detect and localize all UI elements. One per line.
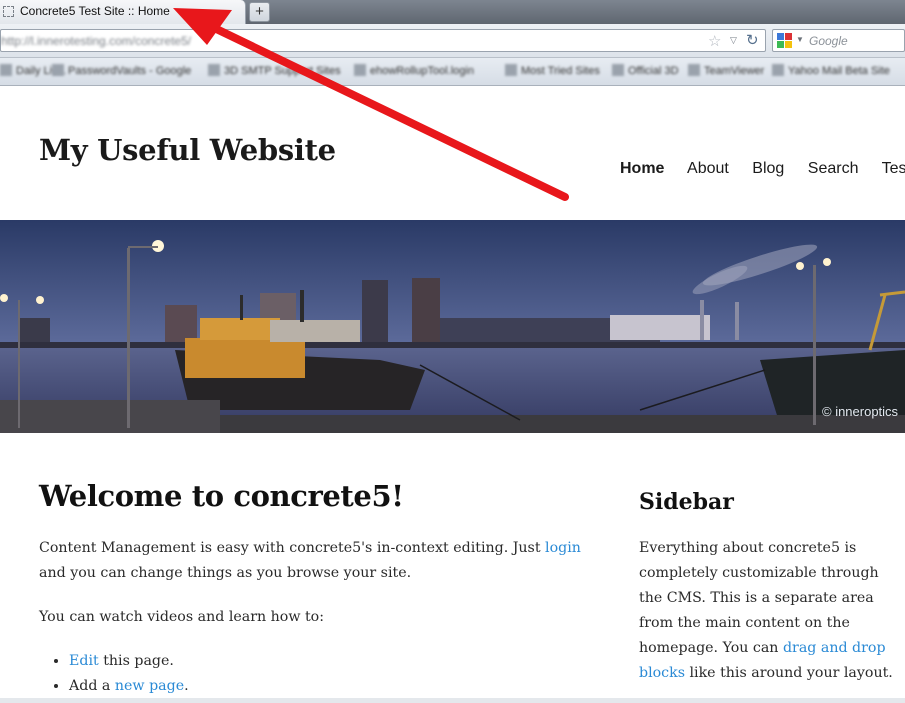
bookmark-item[interactable]: TeamViewer	[688, 64, 764, 78]
howto-list: Edit this page. Add a new page.	[39, 649, 584, 699]
bookmark-item[interactable]: 3D SMTP Support Sites	[208, 64, 341, 78]
google-icon[interactable]	[777, 33, 792, 48]
intro-paragraph: Content Management is easy with concrete…	[39, 536, 584, 586]
tab-title: Concrete5 Test Site :: Home	[20, 4, 170, 18]
history-dropdown-icon[interactable]: ▽	[730, 35, 737, 46]
bookmark-star-icon[interactable]: ☆	[708, 32, 721, 50]
sidebar-content: Everything about concrete5 is completely…	[639, 536, 905, 686]
main-navigation: Home About Blog Search Test	[620, 160, 905, 178]
nav-item-home[interactable]: Home	[620, 160, 664, 177]
list-suffix: .	[184, 678, 189, 694]
page-favicon-icon	[3, 6, 14, 17]
main-content: Content Management is easy with concrete…	[39, 536, 584, 699]
bookmark-item[interactable]: ehowRollupTool.login	[354, 64, 474, 78]
site-title[interactable]: My Useful Website	[39, 133, 336, 167]
nav-item-test[interactable]: Test	[882, 160, 905, 177]
search-input-placeholder: Google	[809, 34, 848, 48]
reload-icon[interactable]: ↻	[746, 31, 759, 49]
new-tab-button[interactable]: +	[249, 2, 270, 22]
nav-item-search[interactable]: Search	[808, 160, 859, 177]
bookmark-item[interactable]: Yahoo Mail Beta Site	[772, 64, 890, 78]
page-bottom-edge	[0, 698, 905, 703]
tab-strip: Concrete5 Test Site :: Home +	[0, 0, 905, 24]
bookmarks-toolbar: Daily Liv... PasswordVaults - Google 3D …	[0, 58, 905, 86]
edit-link[interactable]: Edit	[69, 653, 99, 669]
address-bar[interactable]: http://l.innerotesting.com/concrete5/ ☆ …	[0, 29, 766, 52]
list-prefix: Add a	[69, 678, 115, 694]
hero-harbor-image: © inneroptics	[0, 220, 905, 433]
navigation-toolbar: http://l.innerotesting.com/concrete5/ ☆ …	[0, 24, 905, 58]
search-engine-dropdown-icon[interactable]: ▼	[796, 35, 804, 44]
sidebar-heading: Sidebar	[639, 489, 734, 515]
new-page-link[interactable]: new page	[115, 678, 184, 694]
nav-item-about[interactable]: About	[687, 160, 729, 177]
intro-text: Content Management is easy with concrete…	[39, 540, 546, 556]
harbor-night-photo	[0, 220, 905, 433]
videos-paragraph: You can watch videos and learn how to:	[39, 609, 324, 625]
address-bar-url: http://l.innerotesting.com/concrete5/	[1, 34, 192, 48]
bookmark-item[interactable]: Most Tried Sites	[505, 64, 600, 78]
main-heading: Welcome to concrete5!	[39, 479, 404, 513]
sidebar-text-end: like this around your layout.	[685, 665, 893, 681]
photo-credit: © inneroptics	[822, 404, 899, 419]
list-item: Add a new page.	[69, 674, 584, 699]
intro-text-end: and you can change things as you browse …	[39, 565, 412, 581]
login-link[interactable]: login	[545, 540, 581, 556]
list-suffix: this page.	[98, 653, 174, 669]
search-bar[interactable]: ▼ Google	[772, 29, 905, 52]
bookmark-item[interactable]: Official 3D	[612, 64, 679, 78]
list-item: Edit this page.	[69, 649, 584, 674]
bookmark-item[interactable]: PasswordVaults - Google	[52, 64, 191, 78]
web-page: My Useful Website Home About Blog Search…	[0, 86, 905, 703]
sidebar-text: Everything about concrete5 is completely…	[639, 540, 879, 656]
nav-item-blog[interactable]: Blog	[752, 160, 784, 177]
tab-concrete5-home[interactable]: Concrete5 Test Site :: Home	[0, 0, 246, 24]
